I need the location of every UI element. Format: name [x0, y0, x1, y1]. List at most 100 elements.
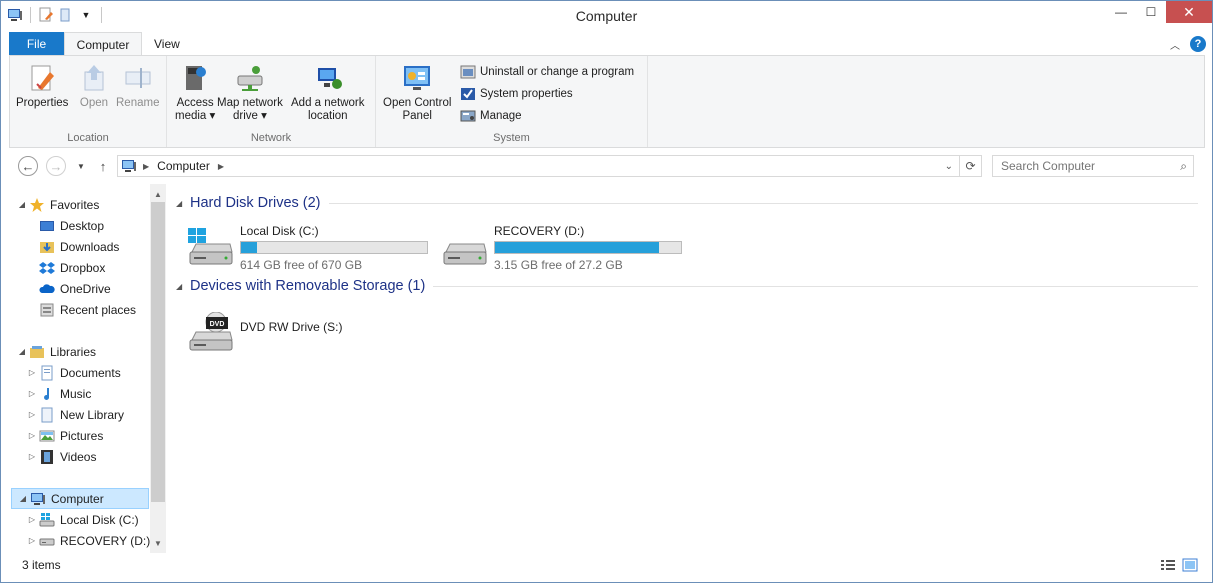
details-view-icon[interactable] [1160, 557, 1176, 573]
properties-button[interactable]: Properties [16, 62, 68, 110]
downloads-folder-icon [40, 241, 54, 253]
nav-documents[interactable]: ▷ Documents [27, 362, 121, 383]
rename-button[interactable]: Rename [116, 62, 159, 110]
expand-arrow-icon[interactable]: ▷ [27, 431, 37, 440]
tab-computer[interactable]: Computer [64, 32, 142, 56]
section-removable-storage-title: Devices with Removable Storage (1) [190, 278, 426, 294]
collapse-arrow-icon[interactable]: ◢ [17, 200, 27, 209]
up-button[interactable]: ↑ [93, 156, 113, 176]
status-bar: 3 items [1, 554, 1212, 582]
access-media-button[interactable]: Access media ▾ [175, 62, 215, 123]
content-pane: ◢ Hard Disk Drives (2) Local Disk (C:) 6… [176, 184, 1206, 553]
drive-c-usage-fill [241, 242, 257, 253]
back-button[interactable]: ← [18, 156, 38, 176]
library-icon [41, 407, 53, 422]
section-removable-storage[interactable]: ◢ Devices with Removable Storage (1) [176, 275, 1198, 297]
ribbon-tabs: File Computer View [9, 32, 192, 56]
help-icon[interactable]: ? [1190, 36, 1206, 52]
drive-recovery-d[interactable]: RECOVERY (D:) 3.15 GB free of 27.2 GB [440, 220, 690, 272]
properties-icon [31, 65, 55, 91]
drive-d-free-space: 3.15 GB free of 27.2 GB [494, 258, 623, 272]
open-control-panel-button[interactable]: Open Control Panel [383, 62, 451, 123]
drive-d-name: RECOVERY (D:) [494, 224, 585, 238]
system-group-label: System [493, 132, 530, 144]
nav-desktop[interactable]: Desktop [39, 215, 104, 236]
search-icon[interactable]: ⌕ [1180, 159, 1187, 174]
drive-dvd-rw-s[interactable]: DVD DVD RW Drive (S:) [186, 304, 436, 354]
properties-label: Properties [16, 97, 69, 109]
scroll-up-icon[interactable]: ▲ [150, 186, 166, 202]
drive-d-usage-bar [494, 241, 682, 254]
map-network-drive-label-1: Map network [217, 97, 283, 109]
breadcrumb-separator-icon[interactable]: ▶ [143, 162, 149, 171]
nav-computer[interactable]: ◢ Computer [11, 488, 149, 509]
close-button[interactable]: ✕ [1166, 1, 1212, 23]
nav-local-disk-c[interactable]: ▷ Local Disk (C:) [27, 509, 139, 530]
star-icon [30, 197, 44, 212]
nav-favorites[interactable]: ◢ Favorites [17, 194, 99, 215]
open-button[interactable]: Open [78, 62, 110, 110]
nav-new-library[interactable]: ▷ New Library [27, 404, 124, 425]
nav-downloads-label: Downloads [60, 239, 120, 254]
system-properties-label: System properties [480, 88, 573, 100]
section-hard-disk-drives-title: Hard Disk Drives (2) [190, 195, 321, 211]
scroll-down-icon[interactable]: ▼ [150, 535, 166, 551]
videos-icon [41, 449, 53, 464]
nav-libraries[interactable]: ◢ Libraries [17, 341, 96, 362]
forward-button[interactable]: → [46, 156, 66, 176]
drive-local-disk-c[interactable]: Local Disk (C:) 614 GB free of 670 GB [186, 220, 436, 272]
nav-favorites-label: Favorites [50, 197, 100, 212]
expand-arrow-icon[interactable]: ▷ [27, 515, 37, 524]
drive-c-free-space: 614 GB free of 670 GB [240, 258, 363, 272]
chevron-up-icon[interactable]: ︿ [1170, 37, 1180, 52]
section-hard-disk-drives[interactable]: ◢ Hard Disk Drives (2) [176, 192, 1198, 214]
uninstall-program-button[interactable]: Uninstall or change a program [460, 63, 634, 81]
nav-recent-places[interactable]: Recent places [39, 299, 136, 320]
manage-button[interactable]: Manage [460, 107, 522, 125]
dvd-badge-text: DVD [210, 321, 225, 328]
dropbox-icon [39, 261, 55, 274]
nav-music[interactable]: ▷ Music [27, 383, 91, 404]
nav-recovery-d[interactable]: ▷ RECOVERY (D:) [27, 530, 150, 551]
nav-onedrive[interactable]: OneDrive [39, 278, 111, 299]
expand-arrow-icon[interactable]: ▷ [27, 410, 37, 419]
breadcrumb-computer[interactable]: Computer [157, 159, 210, 173]
nav-videos[interactable]: ▷ Videos [27, 446, 96, 467]
collapse-arrow-icon[interactable]: ◢ [18, 494, 28, 503]
breadcrumb-separator-icon[interactable]: ▶ [218, 162, 224, 171]
tab-view[interactable]: View [142, 32, 192, 56]
large-icons-view-icon[interactable] [1182, 557, 1198, 573]
scroll-thumb[interactable] [151, 202, 165, 502]
music-icon [44, 387, 50, 400]
system-properties-button[interactable]: System properties [460, 85, 573, 103]
expand-arrow-icon[interactable]: ▷ [27, 389, 37, 398]
explorer-window: ▼ Computer — ☐ ✕ File Computer View ︿ ? … [0, 0, 1213, 583]
recent-locations-button[interactable]: ▼ [71, 156, 91, 176]
collapse-arrow-icon[interactable]: ◢ [17, 347, 27, 356]
search-box[interactable]: ⌕ [992, 155, 1194, 177]
refresh-icon[interactable]: ⟳ [959, 156, 981, 176]
nav-scrollbar[interactable]: ▲ ▼ [150, 184, 166, 553]
collapse-arrow-icon[interactable]: ◢ [176, 199, 188, 208]
expand-arrow-icon[interactable]: ▷ [27, 536, 37, 545]
map-network-drive-button[interactable]: Map network drive ▾ [217, 62, 283, 123]
expand-arrow-icon[interactable]: ▷ [27, 368, 37, 377]
expand-arrow-icon[interactable]: ▷ [27, 452, 37, 461]
add-network-location-button[interactable]: Add a network location [291, 62, 365, 123]
nav-pictures[interactable]: ▷ Pictures [27, 425, 103, 446]
nav-onedrive-label: OneDrive [60, 281, 111, 296]
maximize-button[interactable]: ☐ [1136, 1, 1166, 23]
ribbon-group-location: Properties Open Rename Location [10, 56, 167, 147]
access-media-label-1: Access [176, 97, 214, 109]
tab-file[interactable]: File [9, 32, 64, 56]
ribbon: Properties Open Rename Location Access m… [9, 55, 1205, 148]
address-bar[interactable]: ▶ Computer ▶ ⌄ ⟳ [117, 155, 982, 177]
collapse-arrow-icon[interactable]: ◢ [176, 282, 188, 291]
open-label: Open [79, 97, 109, 109]
back-arrow-icon: ← [21, 158, 35, 174]
address-dropdown-icon[interactable]: ⌄ [945, 161, 953, 172]
minimize-button[interactable]: — [1106, 1, 1136, 23]
nav-dropbox[interactable]: Dropbox [39, 257, 105, 278]
search-input[interactable] [1001, 159, 1171, 173]
nav-downloads[interactable]: Downloads [39, 236, 119, 257]
